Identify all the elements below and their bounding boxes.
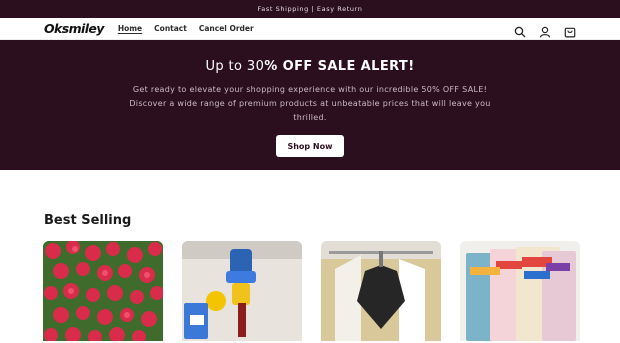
site-header: Oksmiley Home Contact Cancel Order [0,18,620,40]
hero-title-pre: Up to 30 [205,59,265,74]
logo[interactable]: Oksmiley [44,21,104,36]
product-card-faucet[interactable] [182,241,302,341]
product-grid [43,241,620,341]
product-card-roses[interactable] [43,241,163,341]
hanging-garment-image [321,241,441,341]
main-nav: Home Contact Cancel Order [118,24,254,33]
announcement-bar: Fast Shipping | Easy Return [0,0,620,18]
product-card-books[interactable] [460,241,580,341]
red-roses-image [43,241,163,341]
announcement-text: Fast Shipping | Easy Return [257,5,363,13]
shop-now-button[interactable]: Shop Now [276,135,344,157]
hero-banner: Up to 30% OFF SALE ALERT! Get ready to e… [0,40,620,170]
faucet-filter-image [182,241,302,341]
nav-contact[interactable]: Contact [154,24,187,33]
cart-icon[interactable] [564,23,576,38]
nav-cancel-order[interactable]: Cancel Order [199,24,254,33]
product-card-garment[interactable] [321,241,441,341]
header-icons [514,18,576,40]
search-icon[interactable] [514,23,526,38]
nav-home[interactable]: Home [118,24,142,33]
magic-books-image [460,241,580,341]
hero-title-bold: % OFF SALE ALERT! [264,59,415,74]
best-selling-title: Best Selling [44,213,132,228]
account-icon[interactable] [539,23,551,38]
hero-description: Get ready to elevate your shopping exper… [129,85,491,122]
hero-title: Up to 30% OFF SALE ALERT! [205,59,414,74]
